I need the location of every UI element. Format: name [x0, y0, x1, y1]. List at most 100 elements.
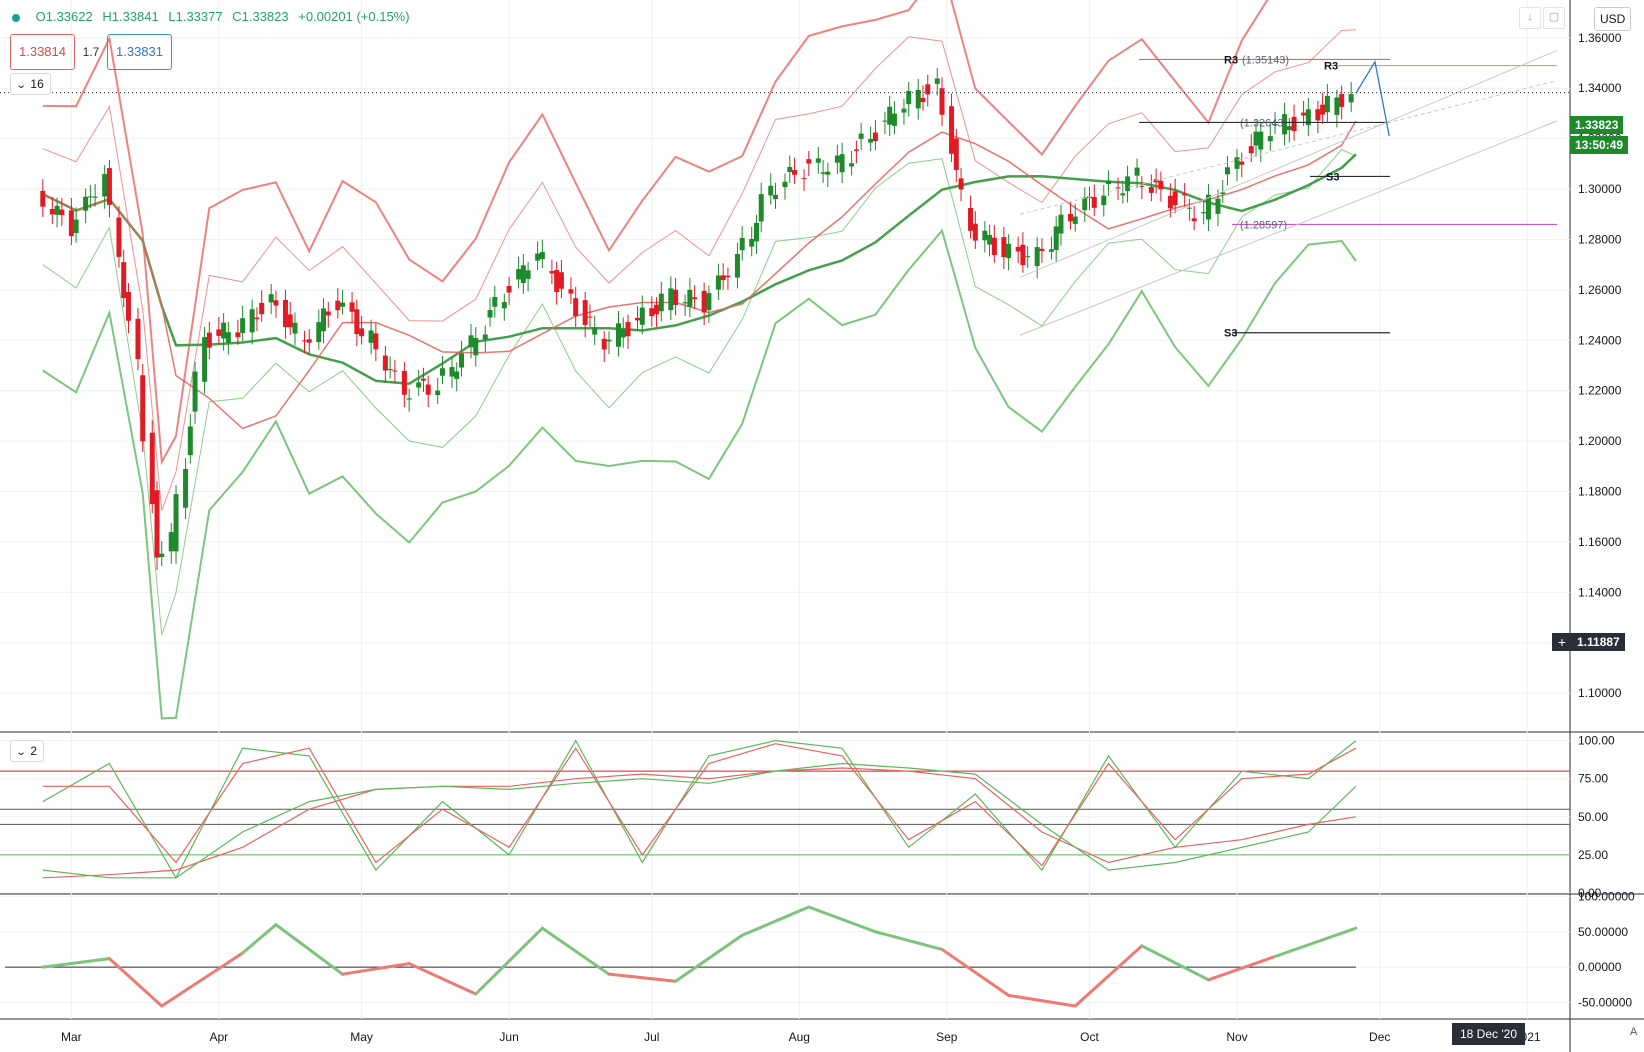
candle-body [1291, 116, 1297, 132]
candle-body [468, 335, 474, 348]
maximize-button[interactable]: ▢ [1543, 7, 1565, 29]
candle-body [292, 322, 298, 334]
x-tick-label: Dec [1369, 1030, 1390, 1044]
candle-body [221, 322, 227, 339]
candle-body [792, 170, 798, 175]
candle-body [658, 293, 664, 312]
candle-body [492, 296, 498, 307]
candle-body [359, 328, 365, 337]
x-tick-label: Jun [499, 1030, 518, 1044]
candle-body [416, 382, 422, 388]
candle-body [87, 196, 93, 198]
candle-body [739, 237, 745, 251]
candle-body [968, 208, 974, 231]
candle-body [1120, 193, 1126, 196]
crosshair-date-tag: 18 Dec '20 [1452, 1023, 1525, 1045]
currency-selector[interactable]: USD [1594, 7, 1632, 31]
crosshair-add-icon[interactable]: + [1552, 633, 1572, 651]
candle-body [1320, 104, 1326, 115]
candle-body [235, 332, 241, 338]
x-tick-label: Jul [644, 1030, 659, 1044]
chart-canvas[interactable]: Mar Apr May Jun Jul Aug Sep Oct Nov Dec 20211.1000… [0, 0, 1644, 1052]
price-level-label: R3 [1224, 54, 1238, 66]
candle-body [321, 308, 327, 332]
candle-body [140, 375, 146, 442]
candle-body [991, 237, 997, 256]
y-tick-label: 100.00000 [1578, 889, 1635, 903]
ohlc-change: +0.00201 (+0.15%) [298, 9, 410, 24]
candle-body [549, 271, 555, 274]
candle-body [1224, 167, 1230, 175]
main-pane-collapse-button[interactable]: ⌄ 16 [10, 73, 51, 95]
y-tick-label: 25.00 [1578, 848, 1608, 862]
spread-value: 1.7 [82, 45, 100, 59]
candle-body [173, 494, 179, 552]
candle-body [615, 323, 621, 347]
candle-body [635, 317, 641, 321]
candle-body [1101, 195, 1107, 206]
candle-body [420, 378, 426, 381]
candle-body [887, 106, 893, 125]
candle-body [1106, 180, 1112, 185]
candle-body [168, 532, 174, 552]
candle-body [206, 332, 212, 348]
candle-body [587, 316, 593, 318]
candle-body [516, 269, 522, 280]
candle-body [425, 384, 431, 395]
chevron-down-icon: ⌄ [15, 747, 27, 758]
candle-body [825, 171, 831, 175]
stoch-pane-collapse-button[interactable]: ⌄ 2 [10, 740, 45, 762]
candle-body [1082, 197, 1088, 211]
candle-body [620, 329, 626, 338]
candle-body [301, 340, 307, 342]
candle-body [692, 297, 698, 300]
y-tick-label: 50.00 [1578, 810, 1608, 824]
price-level-label: S3 [1326, 171, 1339, 183]
y-tick-label: 1.34000 [1578, 81, 1622, 95]
price-level-label: (1.28597) [1240, 219, 1287, 231]
price-level-label: (1.35143) [1242, 54, 1289, 66]
candle-body [949, 106, 955, 154]
candle-body [749, 238, 755, 247]
candle-body [934, 78, 940, 84]
candle-body [925, 84, 931, 95]
candle-body [401, 370, 407, 395]
x-tick-label: Mar [61, 1030, 82, 1044]
candle-body [1006, 243, 1012, 259]
candle-body [54, 205, 60, 215]
candle-body [753, 222, 759, 242]
candle-body [539, 252, 545, 260]
candle-body [1191, 218, 1197, 222]
candle-body [59, 209, 65, 216]
auto-scale-button[interactable]: A [1630, 1026, 1637, 1038]
candle-body [73, 219, 79, 233]
candle-body [1125, 176, 1131, 192]
candle-body [1234, 157, 1240, 169]
y-tick-label: 1.18000 [1578, 485, 1622, 499]
candle-body [606, 339, 612, 342]
ohlc-close: C1.33823 [232, 9, 289, 24]
candle-body [1315, 109, 1321, 121]
stoch-pane-indicator-count: 2 [30, 744, 38, 758]
y-tick-label: 1.24000 [1578, 333, 1622, 347]
scroll-down-button[interactable]: ↓ [1519, 7, 1541, 29]
candle-body [787, 166, 793, 173]
y-tick-label: 1.10000 [1578, 686, 1622, 700]
candle-body [373, 333, 379, 350]
candle-body [1339, 93, 1345, 107]
candle-body [225, 332, 231, 343]
candle-body [183, 468, 189, 508]
sell-button[interactable]: 1.33814 [10, 34, 75, 70]
buy-button[interactable]: 1.33831 [107, 34, 172, 70]
candle-body [920, 97, 926, 103]
candle-body [1348, 94, 1354, 103]
candle-body [1039, 248, 1045, 252]
candle-body [102, 174, 108, 197]
price-level-label: S3 [1224, 328, 1237, 340]
candle-body [1324, 95, 1330, 113]
candle-body [1248, 146, 1254, 154]
ohlc-open: O1.33622 [35, 9, 93, 24]
candle-body [382, 355, 388, 371]
candle-body [1034, 247, 1040, 267]
candle-body [525, 270, 531, 279]
